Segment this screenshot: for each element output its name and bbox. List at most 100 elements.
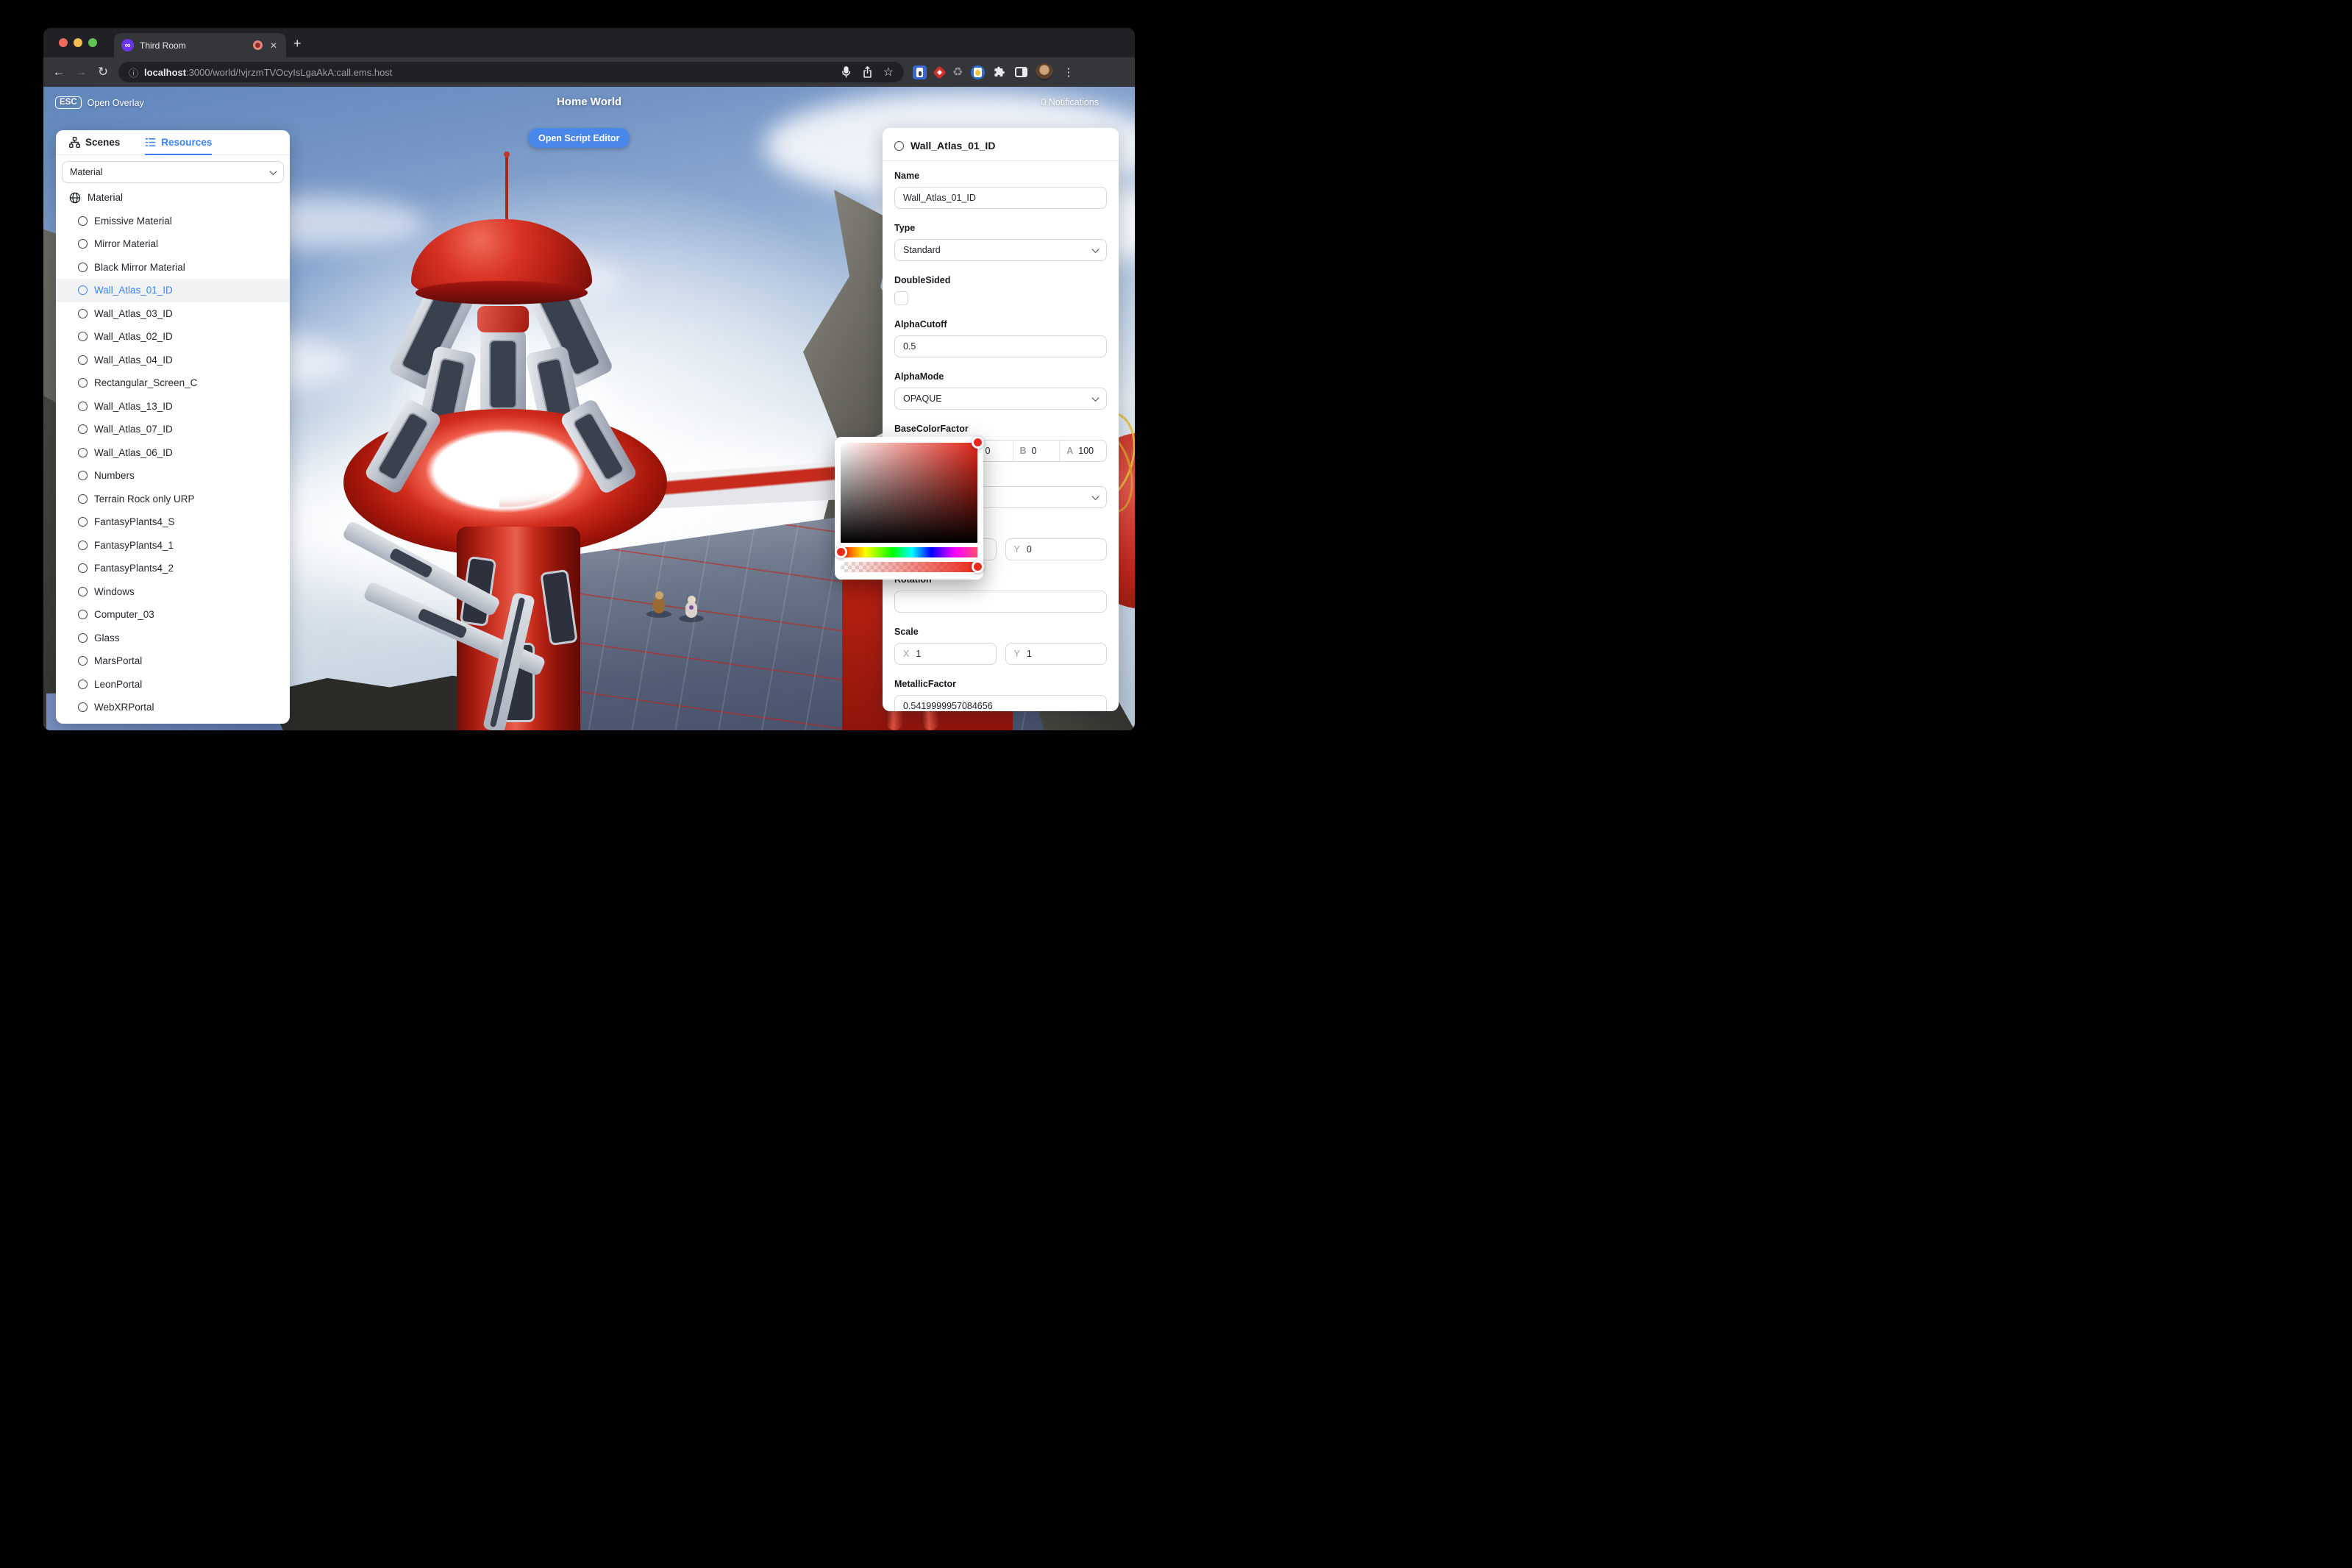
rotation-input[interactable] xyxy=(894,591,1107,613)
close-window-button[interactable] xyxy=(59,38,68,47)
scenes-tree-icon xyxy=(69,137,80,148)
material-list-item[interactable]: Wall_Atlas_06_ID xyxy=(56,441,290,465)
material-list-item[interactable]: Terrain Rock only URP xyxy=(56,488,290,511)
x-prefix: X xyxy=(903,649,909,659)
material-item-label: Wall_Atlas_02_ID xyxy=(94,331,173,342)
forward-icon[interactable]: → xyxy=(70,65,92,79)
material-list-item[interactable]: Wall_Atlas_01_ID xyxy=(56,279,290,302)
double-sided-checkbox[interactable] xyxy=(894,291,908,305)
channel-value: 0 xyxy=(985,446,990,456)
material-item-label: Wall_Atlas_03_ID xyxy=(94,308,173,319)
scale-label: Scale xyxy=(894,627,1107,637)
field-rotation: Rotation xyxy=(894,574,1107,613)
tab-close-icon[interactable]: ✕ xyxy=(268,40,279,51)
material-list-item[interactable]: Wall_Atlas_13_ID xyxy=(56,395,290,418)
bookmark-star-icon[interactable]: ☆ xyxy=(883,65,894,79)
hue-handle[interactable] xyxy=(835,546,847,558)
world-title: Home World xyxy=(43,96,1135,108)
chevron-down-icon xyxy=(270,168,277,175)
channel-letter: A xyxy=(1066,446,1073,456)
material-item-label: Wall_Atlas_07_ID xyxy=(94,424,173,435)
reload-icon[interactable]: ↻ xyxy=(92,65,114,79)
recycle-extension-icon[interactable]: ♻ xyxy=(952,65,963,79)
offset-y-input[interactable]: Y 0 xyxy=(1005,538,1108,560)
y-prefix: Y xyxy=(1014,544,1020,555)
url-path: :3000/world/!vjrzmTVOcyIsLgaAkA:call.ems… xyxy=(186,67,392,78)
saturation-value-area[interactable] xyxy=(841,443,977,543)
site-info-icon[interactable]: ⓘ xyxy=(129,65,138,79)
open-script-editor-button[interactable]: Open Script Editor xyxy=(528,128,630,148)
material-circle-icon xyxy=(78,239,88,249)
saturation-handle[interactable] xyxy=(972,436,984,449)
material-tree-root[interactable]: Material xyxy=(56,186,290,210)
player-avatar xyxy=(652,591,666,613)
material-list-item[interactable]: Glass xyxy=(56,627,290,650)
url-bar[interactable]: ⓘ localhost:3000/world/!vjrzmTVOcyIsLgaA… xyxy=(118,62,904,82)
name-input[interactable]: Wall_Atlas_01_ID xyxy=(894,187,1107,209)
material-item-label: Wall_Atlas_06_ID xyxy=(94,447,173,458)
scale-x-input[interactable]: X 1 xyxy=(894,643,997,665)
material-list-item[interactable]: Computer_03 xyxy=(56,603,290,627)
material-list-item[interactable]: FantasyPlants4_2 xyxy=(56,557,290,580)
rgba-channel-input[interactable]: A 100 xyxy=(1059,441,1106,461)
alpha-handle[interactable] xyxy=(972,560,984,573)
back-icon[interactable]: ← xyxy=(48,65,70,79)
alpha-slider[interactable] xyxy=(841,562,977,572)
material-item-label: Windows xyxy=(94,586,135,597)
extensions-puzzle-icon[interactable] xyxy=(993,65,1007,79)
material-list-item[interactable]: Rectangular_Screen_C xyxy=(56,371,290,395)
share-icon[interactable] xyxy=(862,65,873,79)
tab-scenes[interactable]: Scenes xyxy=(69,130,120,154)
alpha-mode-select[interactable]: OPAQUE xyxy=(894,388,1107,410)
material-item-label: Glass xyxy=(94,632,120,644)
tower-antenna xyxy=(505,154,508,225)
alpha-cutoff-input[interactable]: 0.5 xyxy=(894,335,1107,357)
side-panel-icon[interactable] xyxy=(1015,67,1027,77)
material-circle-icon xyxy=(78,309,88,318)
material-list-item[interactable]: Black Mirror Material xyxy=(56,256,290,279)
material-list-item[interactable]: Windows xyxy=(56,580,290,604)
material-list-item[interactable]: Wall_Atlas_03_ID xyxy=(56,302,290,326)
properties-header: Wall_Atlas_01_ID xyxy=(894,138,1107,154)
channel-value: 0 xyxy=(1032,446,1037,456)
red-diamond-extension-icon[interactable] xyxy=(933,65,946,79)
material-list-item[interactable]: Wall_Atlas_02_ID xyxy=(56,325,290,349)
material-list-item[interactable]: LeonPortal xyxy=(56,673,290,696)
profile-avatar[interactable] xyxy=(1036,63,1053,81)
tab-resources[interactable]: Resources xyxy=(145,131,212,155)
material-list-item[interactable]: WebXRPortal xyxy=(56,696,290,719)
material-list-item[interactable]: FantasyPlants4_S xyxy=(56,510,290,534)
material-circle-icon xyxy=(78,355,88,365)
resource-type-select[interactable]: Material xyxy=(62,161,284,183)
material-list-item[interactable]: MarsPortal xyxy=(56,649,290,673)
new-tab-button[interactable]: + xyxy=(293,37,302,50)
material-list-item[interactable]: Wall_Atlas_07_ID xyxy=(56,418,290,441)
reader-extension-icon[interactable] xyxy=(971,65,985,79)
zoom-window-button[interactable] xyxy=(88,38,97,47)
scale-y-input[interactable]: Y 1 xyxy=(1005,643,1108,665)
material-list-item[interactable]: Wall_Atlas_04_ID xyxy=(56,349,290,372)
material-item-label: MarsPortal xyxy=(94,655,142,666)
material-item-label: Computer_03 xyxy=(94,609,154,620)
rgba-channel-input[interactable]: B 0 xyxy=(1013,441,1060,461)
minimize-window-button[interactable] xyxy=(74,38,82,47)
3d-viewport[interactable]: ESC Open Overlay Home World 0 Notificati… xyxy=(43,87,1135,730)
material-list-item[interactable]: FantasyPlants4_1 xyxy=(56,534,290,557)
browser-tab[interactable]: ∞ Third Room ✕ xyxy=(114,33,286,57)
type-select[interactable]: Standard xyxy=(894,239,1107,261)
metallic-input[interactable]: 0.5419999957084656 xyxy=(894,695,1107,711)
tab-strip: ∞ Third Room ✕ + xyxy=(43,28,1135,57)
hue-slider[interactable] xyxy=(841,547,977,557)
url-text: localhost:3000/world/!vjrzmTVOcyIsLgaAkA… xyxy=(144,67,841,78)
notifications-label[interactable]: 0 Notifications xyxy=(1041,97,1099,107)
password-manager-extension-icon[interactable] xyxy=(913,65,927,79)
material-list-item[interactable]: Mirror Material xyxy=(56,232,290,256)
chevron-down-icon xyxy=(1092,394,1100,402)
material-item-label: FantasyPlants4_S xyxy=(94,516,175,527)
microphone-icon[interactable] xyxy=(841,65,852,79)
material-item-label: Rectangular_Screen_C xyxy=(94,377,197,388)
browser-menu-icon[interactable]: ⋮ xyxy=(1063,65,1074,79)
material-circle-icon xyxy=(78,587,88,596)
material-list-item[interactable]: Emissive Material xyxy=(56,210,290,233)
material-list-item[interactable]: Numbers xyxy=(56,464,290,488)
